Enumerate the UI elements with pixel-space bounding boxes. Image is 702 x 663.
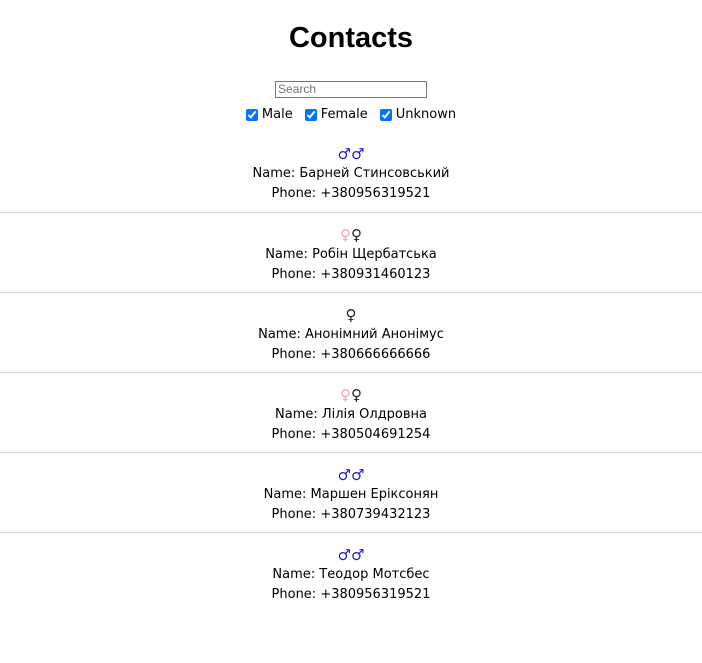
contact-phone: Phone: +380956319521: [271, 186, 431, 201]
contact-name: Name: Анонімний Анонімус: [258, 327, 444, 342]
filter-unknown[interactable]: Unknown: [379, 106, 457, 124]
gender-icons: ♀♀: [0, 385, 702, 405]
female-icon: ♀: [340, 386, 351, 404]
gender-filters: Male Female Unknown: [0, 106, 702, 124]
contact-list: ♂♂ Name: Барней Стинсовський Phone: +380…: [0, 132, 702, 612]
filter-unknown-label: Unknown: [395, 107, 457, 122]
contact-item: ♀♀ Name: Лілія Олдровна Phone: +38050469…: [0, 372, 702, 452]
female-icon: ♀: [340, 226, 351, 244]
contact-name: Name: Робін Щербатська: [265, 247, 437, 262]
search-input[interactable]: [275, 80, 427, 98]
female-icon: ♀: [345, 306, 357, 324]
female-icon: ♀: [351, 226, 362, 244]
gender-icons: ♀♀: [0, 225, 702, 245]
gender-icons: ♂♂: [0, 144, 702, 164]
contact-phone: Phone: +380504691254: [271, 427, 431, 442]
male-icon: ♂: [351, 466, 365, 484]
male-icon: ♂: [337, 145, 351, 163]
contact-name: Name: Теодор Мотсбес: [272, 567, 430, 582]
male-icon: ♂: [337, 546, 351, 564]
contact-name: Name: Барней Стинсовський: [252, 166, 450, 181]
contacts-page: Contacts Male Female Unknown ♂♂ Name: Ба…: [0, 0, 702, 663]
female-checkbox[interactable]: [304, 109, 317, 121]
contact-item: ♂♂ Name: Теодор Мотсбес Phone: +38095631…: [0, 532, 702, 612]
filter-male[interactable]: Male: [245, 106, 293, 124]
unknown-checkbox[interactable]: [379, 109, 392, 121]
gender-icons: ♂♂: [0, 545, 702, 565]
contact-phone: Phone: +380739432123: [271, 507, 431, 522]
filter-male-label: Male: [261, 107, 293, 122]
contact-phone: Phone: +380931460123: [271, 267, 431, 282]
gender-icons: ♀: [0, 305, 702, 325]
contact-name: Name: Лілія Олдровна: [275, 407, 427, 422]
contact-item: ♀ Name: Анонімний Анонімус Phone: +38066…: [0, 292, 702, 372]
page-title: Contacts: [288, 22, 414, 54]
filter-female-label: Female: [320, 107, 368, 122]
male-checkbox[interactable]: [245, 109, 258, 121]
contact-item: ♂♂ Name: Маршен Еріксонян Phone: +380739…: [0, 452, 702, 532]
male-icon: ♂: [337, 466, 351, 484]
male-icon: ♂: [351, 145, 365, 163]
contact-item: ♂♂ Name: Барней Стинсовський Phone: +380…: [0, 132, 702, 212]
female-icon: ♀: [351, 386, 362, 404]
contact-name: Name: Маршен Еріксонян: [263, 487, 439, 502]
gender-icons: ♂♂: [0, 465, 702, 485]
male-icon: ♂: [351, 546, 365, 564]
contact-item: ♀♀ Name: Робін Щербатська Phone: +380931…: [0, 212, 702, 292]
search-bar: [0, 78, 702, 98]
filter-female[interactable]: Female: [304, 106, 368, 124]
contact-phone: Phone: +380956319521: [271, 587, 431, 602]
contact-phone: Phone: +380666666666: [271, 347, 431, 362]
